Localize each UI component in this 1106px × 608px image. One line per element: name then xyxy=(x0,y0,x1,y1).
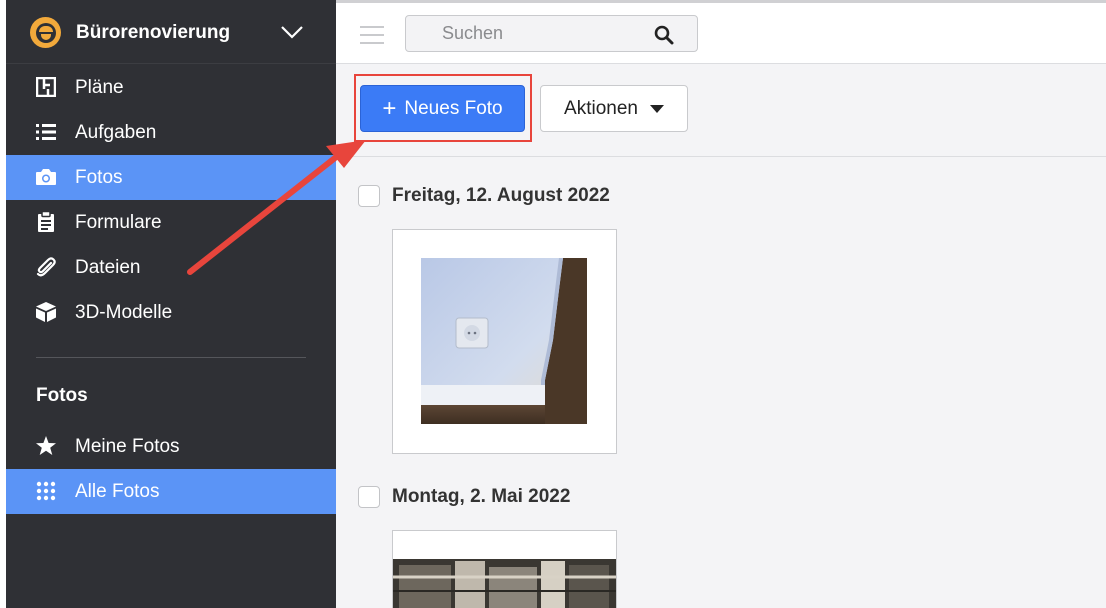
sidebar-item-aufgaben[interactable]: Aufgaben xyxy=(6,110,336,155)
project-title: Bürorenovierung xyxy=(76,22,231,43)
cube-icon xyxy=(35,301,57,323)
search-input[interactable] xyxy=(406,16,646,51)
date-label: Freitag, 12. August 2022 xyxy=(392,185,610,206)
paperclip-icon xyxy=(35,256,57,278)
sidebar-item-label: Pläne xyxy=(75,76,124,98)
sidebar-item-dateien[interactable]: Dateien xyxy=(6,245,336,290)
sidebar-item-label: Fotos xyxy=(75,166,123,188)
sidebar-item-meine-fotos[interactable]: Meine Fotos xyxy=(6,424,336,469)
sidebar-item-label: Aufgaben xyxy=(75,121,157,143)
grid-icon xyxy=(35,480,57,502)
helmet-logo-icon xyxy=(30,17,61,48)
actions-label: Aktionen xyxy=(564,97,638,119)
new-photo-label: Neues Foto xyxy=(404,97,503,119)
sidebar-item-formulare[interactable]: Formulare xyxy=(6,200,336,245)
project-switcher[interactable]: Bürorenovierung xyxy=(6,0,336,64)
top-bar xyxy=(336,0,1106,64)
select-group-checkbox[interactable] xyxy=(358,185,380,207)
date-group-header: Montag, 2. Mai 2022 xyxy=(358,486,570,508)
sidebar-item-label: Meine Fotos xyxy=(75,435,180,457)
menu-icon[interactable] xyxy=(360,26,384,44)
plus-icon: + xyxy=(382,94,397,122)
photo-image xyxy=(393,531,616,608)
floorplan-icon xyxy=(35,76,57,98)
search-icon[interactable] xyxy=(654,25,674,45)
search-box xyxy=(405,15,698,52)
sidebar-item-fotos[interactable]: Fotos xyxy=(6,155,336,200)
date-label: Montag, 2. Mai 2022 xyxy=(392,486,571,507)
sidebar-item-plaene[interactable]: Pläne xyxy=(6,65,336,110)
actions-dropdown-button[interactable]: Aktionen xyxy=(540,85,688,132)
photo-image xyxy=(421,258,587,424)
sidebar-item-label: 3D-Modelle xyxy=(75,301,173,323)
caret-down-icon xyxy=(649,104,664,113)
photo-thumbnail[interactable] xyxy=(392,229,617,454)
sidebar-item-alle-fotos[interactable]: Alle Fotos xyxy=(6,469,336,514)
photo-thumbnail[interactable] xyxy=(392,530,617,608)
camera-icon xyxy=(35,166,57,188)
sidebar-item-3d-modelle[interactable]: 3D-Modelle xyxy=(6,290,336,335)
list-icon xyxy=(35,121,57,143)
sidebar: Bürorenovierung Pläne Aufgaben Fotos For… xyxy=(6,0,336,608)
sidebar-section-title: Fotos xyxy=(36,385,88,406)
new-photo-button[interactable]: + Neues Foto xyxy=(360,85,525,132)
date-group-header: Freitag, 12. August 2022 xyxy=(358,185,610,207)
sidebar-item-label: Alle Fotos xyxy=(75,480,160,502)
chevron-down-icon[interactable] xyxy=(280,24,304,40)
toolbar: + Neues Foto Aktionen xyxy=(336,64,1106,157)
sidebar-item-label: Dateien xyxy=(75,256,141,278)
sidebar-item-label: Formulare xyxy=(75,211,162,233)
sidebar-divider xyxy=(36,357,306,358)
select-group-checkbox[interactable] xyxy=(358,486,380,508)
clipboard-icon xyxy=(35,211,57,233)
star-icon xyxy=(35,435,57,457)
